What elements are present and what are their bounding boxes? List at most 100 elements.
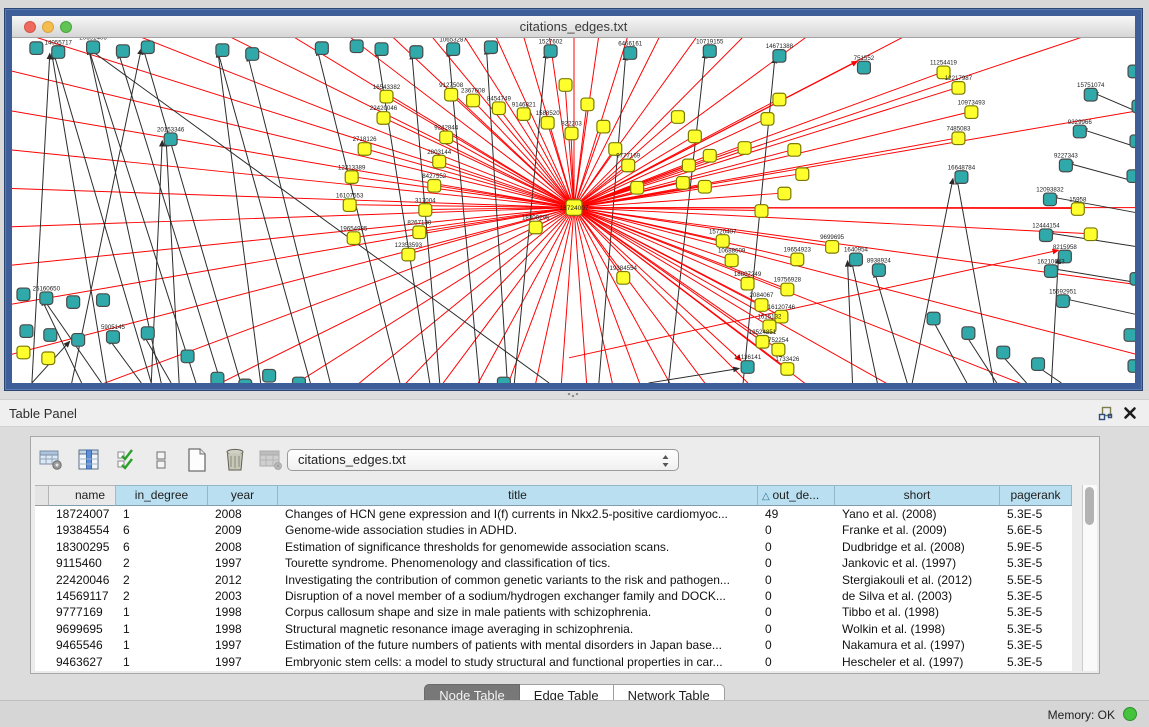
network-node[interactable] xyxy=(716,235,729,248)
network-canvas[interactable]: 1405571720691406106532871527602646616110… xyxy=(12,38,1135,383)
network-node[interactable] xyxy=(1128,65,1135,78)
network-node[interactable] xyxy=(559,79,572,92)
node-table[interactable]: 1872400712008Changes of HCN gene express… xyxy=(35,506,1072,671)
network-node[interactable] xyxy=(788,144,801,157)
network-node[interactable] xyxy=(440,131,453,144)
network-node[interactable] xyxy=(617,272,630,285)
network-node[interactable] xyxy=(87,41,100,54)
network-node[interactable] xyxy=(1044,265,1057,278)
network-node[interactable] xyxy=(97,294,110,307)
network-node[interactable] xyxy=(467,94,480,107)
network-node[interactable] xyxy=(52,46,65,59)
network-node[interactable] xyxy=(624,47,637,60)
network-node[interactable] xyxy=(962,327,975,340)
network-node[interactable] xyxy=(1124,329,1135,342)
network-node[interactable] xyxy=(631,181,644,194)
network-node[interactable] xyxy=(955,171,968,184)
column-header-out_de[interactable]: △ out_de... xyxy=(758,485,835,506)
network-node[interactable] xyxy=(676,177,689,190)
network-node[interactable] xyxy=(781,363,794,376)
column-header-pagerank[interactable]: pagerank xyxy=(1000,485,1072,506)
network-node[interactable] xyxy=(72,334,85,347)
create-table-icon[interactable] xyxy=(183,446,211,474)
vertical-scrollbar[interactable] xyxy=(1082,485,1097,671)
network-node[interactable] xyxy=(756,336,769,349)
column-header-short[interactable]: short xyxy=(835,485,1000,506)
column-header-year[interactable]: year xyxy=(208,485,278,506)
table-row[interactable]: 1938455462009Genome-wide association stu… xyxy=(35,522,1072,538)
network-node[interactable] xyxy=(377,112,390,125)
table-row[interactable]: 911546021997Tourette syndrome. Phenomeno… xyxy=(35,555,1072,571)
network-node[interactable] xyxy=(40,292,53,305)
network-node[interactable] xyxy=(773,50,786,63)
panel-divider[interactable] xyxy=(0,391,1149,400)
network-node[interactable] xyxy=(345,171,358,184)
network-node[interactable] xyxy=(216,44,229,57)
network-node[interactable] xyxy=(565,127,578,140)
network-node[interactable] xyxy=(952,82,965,95)
network-node[interactable] xyxy=(106,331,119,344)
close-panel-icon[interactable] xyxy=(1123,406,1137,420)
network-node[interactable] xyxy=(725,254,738,267)
table-select-dropdown[interactable]: citations_edges.txt xyxy=(287,449,679,471)
network-window-titlebar[interactable]: citations_edges.txt xyxy=(12,16,1135,38)
table-row[interactable]: 2242004622012Investigating the contribut… xyxy=(35,572,1072,588)
network-node[interactable] xyxy=(755,299,768,312)
network-node[interactable] xyxy=(492,102,505,115)
network-node[interactable] xyxy=(741,361,754,374)
network-node[interactable] xyxy=(688,130,701,143)
network-node[interactable] xyxy=(671,111,684,124)
network-node[interactable] xyxy=(343,199,356,212)
network-node[interactable] xyxy=(350,40,363,53)
network-node[interactable] xyxy=(239,379,252,383)
table-row[interactable]: 946362711997Embryonic stem cells: a mode… xyxy=(35,654,1072,670)
network-node[interactable] xyxy=(67,296,80,309)
network-node[interactable] xyxy=(1043,193,1056,206)
network-node[interactable] xyxy=(211,372,224,383)
network-node[interactable] xyxy=(1084,88,1097,101)
network-node[interactable] xyxy=(116,45,129,58)
network-node[interactable] xyxy=(1059,159,1072,172)
network-node[interactable] xyxy=(703,149,716,162)
network-node[interactable] xyxy=(181,350,194,363)
column-header-name[interactable]: name xyxy=(49,485,116,506)
select-columns-icon[interactable] xyxy=(113,446,141,474)
network-node[interactable] xyxy=(1130,273,1135,286)
network-node[interactable] xyxy=(413,226,426,239)
network-node[interactable] xyxy=(17,346,30,359)
table-row[interactable]: 977716911998Corpus callosum shape and si… xyxy=(35,604,1072,620)
network-node[interactable] xyxy=(141,41,154,54)
table-row[interactable]: 1872400712008Changes of HCN gene express… xyxy=(35,506,1072,522)
network-node[interactable] xyxy=(738,142,751,155)
table-settings-icon[interactable] xyxy=(37,446,65,474)
network-node[interactable] xyxy=(1040,229,1053,242)
network-node[interactable] xyxy=(544,45,557,58)
network-node[interactable] xyxy=(682,159,695,172)
divider-grip[interactable] xyxy=(567,393,579,398)
network-node[interactable] xyxy=(1032,358,1045,371)
network-node[interactable] xyxy=(293,377,306,383)
network-node[interactable] xyxy=(781,283,794,296)
network-node[interactable] xyxy=(1127,170,1135,183)
network-node[interactable] xyxy=(703,45,716,58)
network-node[interactable] xyxy=(1056,295,1069,308)
network-node[interactable] xyxy=(380,90,393,103)
network-node[interactable] xyxy=(1128,360,1135,373)
row-height-icon[interactable] xyxy=(147,446,175,474)
citation-network-graph[interactable]: 1405571720691406106532871527602646616110… xyxy=(12,38,1135,383)
network-node[interactable] xyxy=(872,264,885,277)
network-node[interactable] xyxy=(1073,125,1086,138)
float-panel-icon[interactable] xyxy=(1098,406,1113,421)
network-node[interactable] xyxy=(428,179,441,192)
network-node[interactable] xyxy=(263,369,276,382)
network-node[interactable] xyxy=(791,253,804,266)
network-node[interactable] xyxy=(17,288,30,301)
network-node[interactable] xyxy=(433,155,446,168)
network-node[interactable] xyxy=(484,41,497,54)
network-node[interactable] xyxy=(315,42,328,55)
network-node[interactable] xyxy=(773,93,786,106)
network-node[interactable] xyxy=(965,106,978,119)
network-node[interactable] xyxy=(30,42,43,55)
network-node[interactable] xyxy=(597,120,610,133)
network-node[interactable] xyxy=(581,98,594,111)
